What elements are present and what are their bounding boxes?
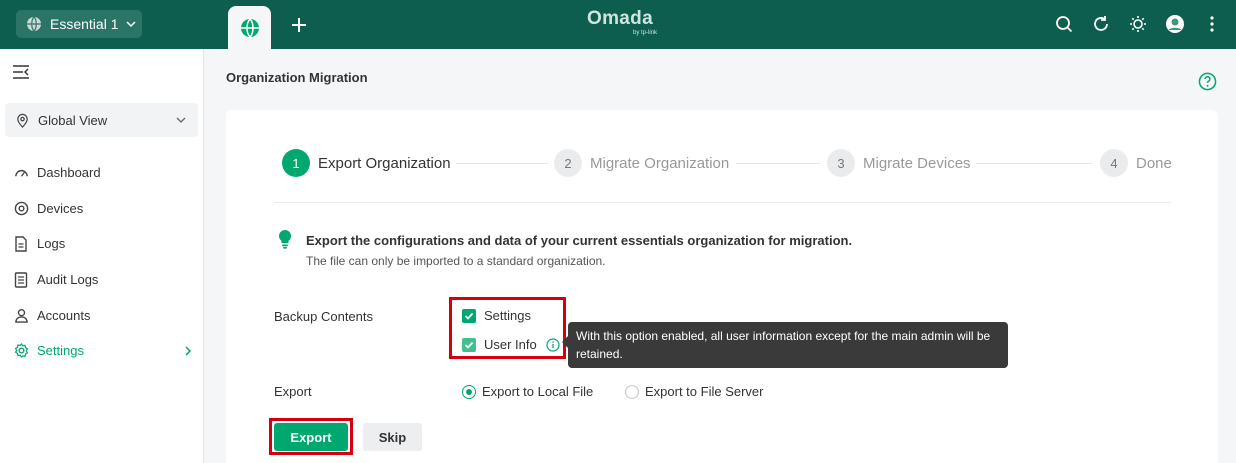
sidebar-item-logs[interactable]: Logs [0,226,204,262]
omada-logo: Omada by tp-link [575,8,665,40]
info-icon[interactable] [546,337,560,352]
collapse-menu-icon[interactable] [12,64,30,80]
top-actions [1054,13,1222,35]
radio-selected-icon [462,384,476,399]
theme-icon[interactable] [1128,13,1148,35]
settings-checkbox[interactable]: Settings [462,308,531,323]
site-selector[interactable]: Global View [5,103,198,137]
export-file-server-radio[interactable]: Export to File Server [625,384,764,399]
globe-icon [240,17,259,38]
radio-unselected-icon [625,384,639,399]
checkbox-label: User Info [484,337,537,352]
sidebar-item-dashboard[interactable]: Dashboard [0,155,204,191]
step-label: Migrate Devices [863,154,971,172]
avatar[interactable] [1165,13,1185,35]
accounts-icon [13,307,29,323]
user-info-checkbox[interactable]: User Info [462,337,560,352]
chevron-down-icon [126,21,137,28]
sidebar: Global View Dashboard Devices Logs Audit… [0,49,204,463]
step-label: Export Organization [318,154,451,172]
step-connector [456,163,548,164]
page-title: Organization Migration [226,70,368,85]
sidebar-item-label: Logs [37,236,66,252]
divider [274,202,1171,203]
stepper: 1 Export Organization 2 Migrate Organiza… [282,149,1172,179]
dashboard-icon [13,165,29,181]
settings-icon [13,343,29,359]
organization-selector[interactable]: Essential 1 [16,10,142,38]
step-migrate-devices: 3 Migrate Devices [827,149,971,177]
radio-label: Export to Local File [482,384,594,399]
logo-subtext: by tp-link [632,30,657,36]
sidebar-item-accounts[interactable]: Accounts [0,297,204,333]
sidebar-item-devices[interactable]: Devices [0,191,204,227]
location-pin-icon [17,113,28,128]
sidebar-nav: Dashboard Devices Logs Audit Logs Accoun… [0,155,204,369]
lightbulb-icon [278,229,292,249]
step-number: 2 [554,149,582,177]
chevron-right-icon [185,346,192,356]
globe-icon [27,16,41,32]
checkbox-checked-icon [462,308,476,323]
sidebar-item-label: Accounts [37,307,91,323]
tip-subtitle: The file can only be imported to a stand… [306,254,606,268]
checkbox-label: Settings [484,308,531,323]
radio-label: Export to File Server [645,384,764,399]
export-local-file-radio[interactable]: Export to Local File [462,384,593,399]
sidebar-item-label: Settings [37,343,84,359]
sidebar-item-label: Dashboard [37,165,101,181]
export-label: Export [274,384,312,399]
step-number: 1 [282,149,310,177]
help-icon[interactable] [1198,72,1217,91]
logo-text: Omada [587,8,653,29]
skip-button[interactable]: Skip [363,423,422,451]
step-export-organization: 1 Export Organization [282,149,451,177]
step-number: 4 [1100,149,1128,177]
audit-logs-icon [13,271,29,288]
step-label: Done [1136,154,1172,172]
organization-name: Essential 1 [50,16,119,32]
step-number: 3 [827,149,855,177]
tip-title: Export the configurations and data of yo… [306,233,853,248]
sidebar-item-settings[interactable]: Settings [0,333,204,369]
chevron-down-icon [176,117,186,123]
refresh-icon[interactable] [1091,13,1111,35]
step-connector [736,163,820,164]
sidebar-item-audit-logs[interactable]: Audit Logs [0,262,204,298]
step-done: 4 Done [1100,149,1172,177]
checkbox-checked-icon [462,337,476,352]
step-migrate-organization: 2 Migrate Organization [554,149,729,177]
step-connector [976,163,1092,164]
top-bar: Essential 1 Omada by tp-link [0,0,1236,49]
tab-global[interactable] [228,6,271,49]
site-name: Global View [38,112,108,128]
user-info-tooltip: With this option enabled, all user infor… [562,322,1008,368]
logs-icon [13,236,29,252]
plus-icon [292,18,306,32]
export-button[interactable]: Export [274,423,348,451]
devices-icon [13,200,29,216]
step-label: Migrate Organization [590,154,730,172]
sidebar-item-label: Devices [37,200,84,216]
add-tab-button[interactable] [286,12,312,38]
sidebar-item-label: Audit Logs [37,272,99,288]
more-icon[interactable] [1202,13,1222,35]
backup-contents-label: Backup Contents [274,309,374,324]
search-icon[interactable] [1054,13,1074,35]
